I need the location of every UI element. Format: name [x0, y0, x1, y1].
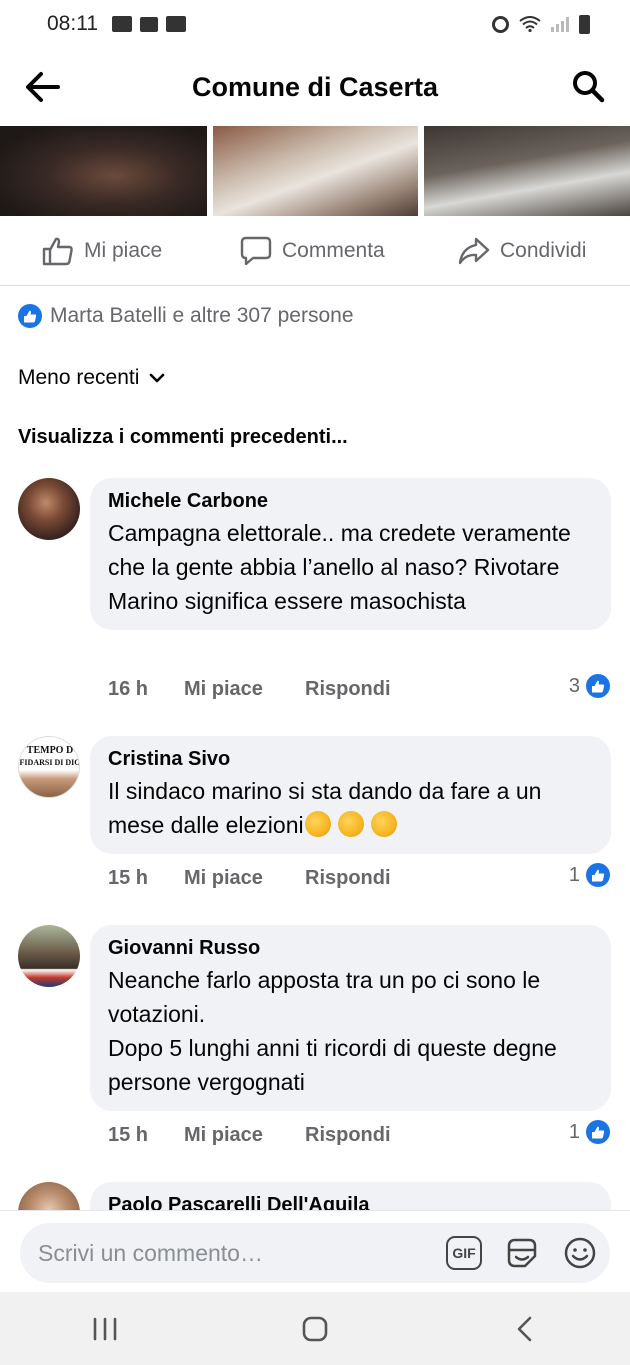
comment-text: Campagna elettorale.. ma credete veramen… — [108, 520, 571, 614]
share-button[interactable]: Condividi — [458, 236, 586, 266]
recent-apps-icon[interactable] — [85, 1309, 125, 1349]
chevron-down-icon — [150, 373, 165, 383]
comment-meta: 15 h Mi piace Rispondi — [108, 867, 391, 890]
signal-icon — [551, 16, 569, 32]
post-photo[interactable] — [0, 126, 207, 216]
share-icon — [458, 237, 490, 265]
comment-reply-button[interactable]: Rispondi — [305, 678, 391, 701]
like-label: Mi piace — [84, 239, 163, 262]
page-title: Comune di Caserta — [191, 71, 439, 102]
comment-reply-button[interactable]: Rispondi — [305, 1124, 391, 1147]
voicemail-icon — [166, 16, 186, 32]
sticker-icon[interactable] — [504, 1235, 540, 1271]
reactions-text: Marta Batelli e altre 307 persone — [50, 304, 354, 327]
comment-author[interactable]: Giovanni Russo — [108, 935, 593, 961]
comment-composer: GIF — [20, 1223, 610, 1283]
comment-meta: 16 h Mi piace Rispondi — [108, 678, 391, 701]
post-actions: Mi piace Commenta Condividi — [0, 216, 630, 286]
comment-like-count: 1 — [568, 863, 580, 886]
like-button[interactable]: Mi piace — [42, 236, 162, 266]
avatar[interactable] — [18, 478, 80, 540]
comment-like-count: 1 — [568, 1120, 580, 1143]
comment-bubble: Giovanni Russo Neanche farlo apposta tra… — [90, 925, 611, 1111]
clapping-hands-icon — [338, 811, 365, 837]
mm-icon — [140, 16, 158, 32]
comment-author[interactable]: Michele Carbone — [108, 488, 593, 514]
comment-reply-button[interactable]: Rispondi — [305, 867, 391, 890]
comment-reaction-count[interactable]: 1 — [569, 1120, 610, 1144]
reactions-summary[interactable]: Marta Batelli e altre 307 persone — [18, 304, 354, 328]
post-photo[interactable] — [213, 126, 418, 216]
comment-sort-dropdown[interactable]: Meno recenti — [18, 366, 165, 390]
comment-reaction-count[interactable]: 1 — [569, 863, 610, 887]
avatar[interactable]: TEMPO D FIDARSI DI DIO — [18, 736, 80, 798]
comment-reaction-count[interactable]: 3 — [569, 674, 610, 698]
post-photo[interactable] — [424, 126, 630, 216]
comment-like-button[interactable]: Mi piace — [184, 1124, 305, 1147]
like-reaction-icon — [586, 863, 610, 887]
comment-bubble: Michele Carbone Campagna elettorale.. ma… — [90, 478, 611, 630]
status-time: 08:11 — [47, 12, 98, 35]
comment-like-count: 3 — [568, 674, 580, 697]
wifi-icon — [519, 16, 541, 32]
post-photos — [0, 126, 630, 216]
clapping-hands-icon — [371, 811, 398, 837]
comment-time[interactable]: 15 h — [108, 1124, 184, 1147]
system-navigation-bar — [0, 1292, 630, 1365]
comment-like-button[interactable]: Mi piace — [184, 867, 305, 890]
gif-button[interactable]: GIF — [446, 1236, 482, 1270]
comment-bubble: Cristina Sivo Il sindaco marino si sta d… — [90, 736, 611, 854]
svg-text:FIDARSI DI DIO: FIDARSI DI DIO — [20, 758, 80, 767]
clapping-hands-icon — [304, 811, 331, 837]
comment-text: Il sindaco marino si sta dando da fare a… — [108, 774, 593, 842]
comment-label: Commenta — [282, 239, 385, 262]
comment-composer-bar: GIF — [0, 1210, 630, 1292]
thumbs-up-icon — [42, 237, 73, 266]
emoji-icon[interactable] — [562, 1235, 598, 1271]
share-label: Condividi — [500, 239, 587, 262]
comment-button[interactable]: Commenta — [240, 236, 385, 266]
comment-time[interactable]: 15 h — [108, 867, 184, 890]
status-notification-icons — [112, 16, 186, 32]
comment-meta: 15 h Mi piace Rispondi — [108, 1124, 391, 1147]
svg-text:TEMPO D: TEMPO D — [27, 745, 73, 756]
like-reaction-icon — [586, 1120, 610, 1144]
avatar[interactable] — [18, 925, 80, 987]
page-header: Comune di Caserta — [0, 48, 630, 126]
comment-input[interactable] — [38, 1239, 418, 1267]
like-reaction-icon — [18, 304, 42, 328]
search-icon[interactable] — [570, 68, 606, 104]
back-arrow-icon[interactable] — [24, 70, 62, 104]
status-bar: 08:11 — [0, 0, 630, 48]
back-icon[interactable] — [505, 1309, 545, 1349]
like-reaction-icon — [586, 674, 610, 698]
comment-text: Neanche farlo apposta tra un po ci sono … — [108, 967, 557, 1095]
comment-like-button[interactable]: Mi piace — [184, 678, 305, 701]
gallery-icon — [112, 16, 132, 32]
comment-author[interactable]: Cristina Sivo — [108, 746, 593, 772]
alarm-icon — [492, 15, 509, 33]
comment-time[interactable]: 16 h — [108, 678, 184, 701]
battery-icon — [579, 14, 590, 34]
sort-label: Meno recenti — [18, 366, 140, 389]
view-previous-comments-link[interactable]: Visualizza i commenti precedenti... — [18, 426, 348, 449]
home-icon[interactable] — [295, 1309, 335, 1349]
comment-icon — [240, 236, 272, 266]
